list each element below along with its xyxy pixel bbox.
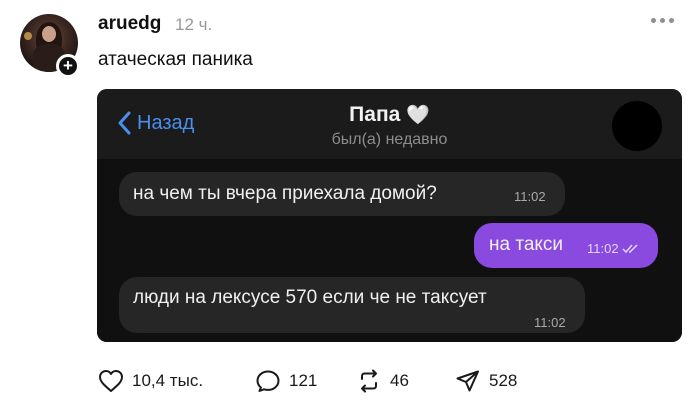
message-time: 11:02 bbox=[534, 315, 566, 330]
message-text: люди на лексусе 570 если че не таксует bbox=[133, 287, 487, 308]
post-time: 12 ч. bbox=[175, 15, 213, 34]
heart-icon bbox=[99, 370, 123, 392]
chat-screenshot-image[interactable]: Назад Папа 🤍 был(а) недавно на чем ты вч… bbox=[97, 89, 682, 342]
share-button[interactable]: 528 bbox=[455, 368, 517, 394]
chat-messages: на чем ты вчера приехала домой? 11:02 на… bbox=[97, 159, 682, 342]
white-heart-icon: 🤍 bbox=[406, 105, 430, 126]
like-button[interactable]: 10,4 тыс. bbox=[98, 368, 203, 394]
post-username[interactable]: aruedg bbox=[98, 13, 161, 35]
like-count: 10,4 тыс. bbox=[132, 371, 204, 390]
message-time: 11:02 bbox=[587, 241, 619, 256]
message-text: на чем ты вчера приехала домой? bbox=[133, 183, 437, 204]
more-dots-icon[interactable] bbox=[651, 18, 674, 23]
chat-header: Назад Папа 🤍 был(а) недавно bbox=[97, 89, 682, 159]
send-icon bbox=[456, 370, 479, 392]
reply-count: 121 bbox=[289, 371, 318, 390]
avatar-light bbox=[24, 32, 32, 40]
message-meta: 11:02 bbox=[587, 241, 640, 256]
repost-button[interactable]: 46 bbox=[356, 368, 409, 394]
message-text: на такси bbox=[489, 234, 564, 255]
double-check-icon bbox=[622, 244, 638, 254]
reply-button[interactable]: 121 bbox=[255, 368, 317, 394]
repost-count: 46 bbox=[390, 371, 409, 390]
post-text: атаческая паника bbox=[98, 49, 253, 70]
contact-status: был(а) недавно bbox=[331, 131, 448, 148]
follow-plus-icon[interactable]: + bbox=[56, 54, 80, 78]
repost-icon bbox=[361, 369, 377, 393]
message-outgoing: на такси 11:02 bbox=[474, 223, 658, 268]
message-incoming: люди на лексусе 570 если че не таксует 1… bbox=[119, 277, 585, 333]
contact-name: Папа 🤍 bbox=[97, 103, 682, 127]
message-incoming: на чем ты вчера приехала домой? 11:02 bbox=[119, 172, 565, 216]
post-actions: 10,4 тыс. 121 46 528 bbox=[98, 368, 658, 394]
share-count: 528 bbox=[489, 371, 518, 390]
avatar-face bbox=[42, 26, 56, 42]
contact-avatar bbox=[612, 101, 662, 151]
comment-icon bbox=[256, 370, 280, 392]
message-time: 11:02 bbox=[514, 189, 546, 204]
contact-name-text: Папа bbox=[349, 103, 401, 126]
